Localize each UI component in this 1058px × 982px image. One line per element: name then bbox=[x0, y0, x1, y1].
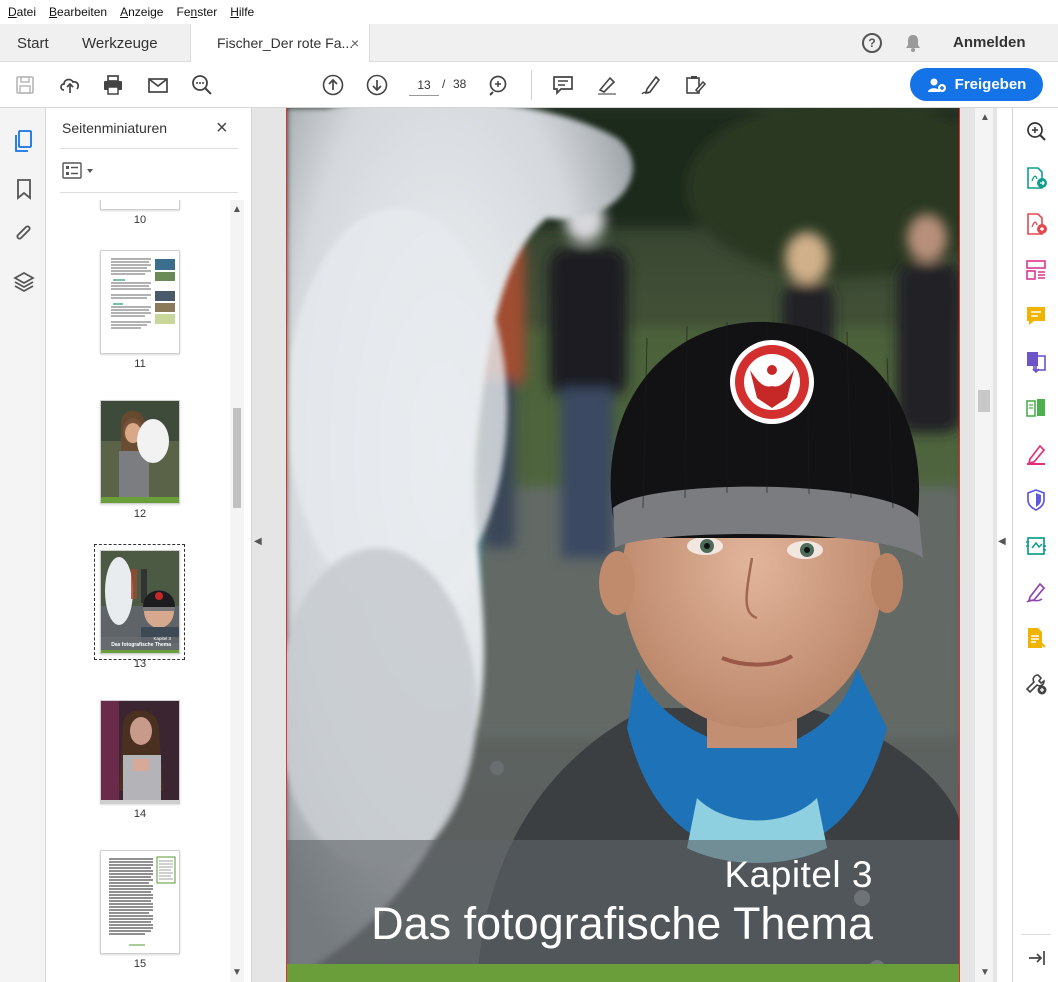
attachment-icon[interactable] bbox=[12, 222, 36, 246]
organize-pages-icon[interactable] bbox=[1024, 258, 1048, 282]
thumbnail-item[interactable]: 11 bbox=[100, 250, 180, 370]
thumbnail-page-image bbox=[100, 400, 180, 504]
sign-icon[interactable] bbox=[638, 72, 664, 98]
thumbnail-page-image bbox=[100, 850, 180, 954]
scroll-up-icon[interactable]: ▲ bbox=[980, 112, 990, 123]
comment-icon[interactable] bbox=[550, 72, 576, 98]
main-toolbar: 13 / 38 Freigeben bbox=[0, 62, 1058, 108]
chapter-number: Kapitel 3 bbox=[724, 854, 873, 895]
thumbnail-page-number: 12 bbox=[133, 508, 147, 520]
request-signature-icon[interactable] bbox=[1024, 580, 1048, 604]
thumbnail-page-number: 15 bbox=[133, 958, 147, 970]
compare-files-icon[interactable] bbox=[1024, 396, 1048, 420]
page-total: 38 bbox=[453, 77, 467, 91]
chapter-title: Das fotografische Thema bbox=[371, 898, 873, 949]
scroll-down-icon[interactable]: ▼ bbox=[232, 967, 242, 978]
tab-start[interactable]: Start bbox=[17, 24, 49, 62]
protect-icon[interactable] bbox=[1024, 488, 1048, 512]
highlight-icon[interactable] bbox=[594, 72, 620, 98]
collapse-left-panel-icon[interactable]: ◀ bbox=[254, 536, 262, 547]
add-user-icon bbox=[927, 78, 946, 92]
print-icon[interactable] bbox=[100, 72, 126, 98]
chapter-green-band bbox=[287, 964, 959, 982]
export-pdf-icon[interactable] bbox=[1024, 166, 1048, 190]
share-button-label: Freigeben bbox=[954, 76, 1027, 93]
page-thumbnails-icon[interactable] bbox=[12, 129, 36, 153]
search-icon[interactable] bbox=[189, 72, 215, 98]
thumbnail-page-image bbox=[100, 250, 180, 354]
menu-datei[interactable]: Datei bbox=[8, 5, 36, 19]
menu-fenster[interactable]: Fenster bbox=[176, 5, 217, 19]
right-tools-rail bbox=[1012, 108, 1058, 982]
scrollbar-thumb[interactable] bbox=[233, 408, 241, 508]
document-scrollbar[interactable]: ▲ ▼ bbox=[975, 108, 993, 982]
thumbnail-item[interactable]: 15 bbox=[100, 850, 180, 970]
bookmark-icon[interactable] bbox=[12, 177, 36, 201]
zoom-icon[interactable] bbox=[485, 72, 511, 98]
thumbnail-page-number: 11 bbox=[134, 358, 146, 370]
menu-hilfe[interactable]: Hilfe bbox=[230, 5, 254, 19]
left-navigation-rail bbox=[0, 108, 46, 982]
tab-document-label: Fischer_Der rote Fa... bbox=[217, 35, 354, 51]
create-pdf-icon[interactable] bbox=[1024, 212, 1048, 236]
send-for-review-icon[interactable] bbox=[1024, 534, 1048, 558]
thumbnail-page-image bbox=[100, 200, 180, 210]
thumbnail-scrollbar[interactable]: ▲ ▼ bbox=[230, 200, 244, 982]
menu-anzeige[interactable]: Anzeige bbox=[120, 5, 163, 19]
mail-icon[interactable] bbox=[145, 72, 171, 98]
save-icon[interactable] bbox=[12, 72, 38, 98]
panel-title: Seitenminiaturen bbox=[62, 120, 168, 136]
panel-divider bbox=[60, 148, 238, 149]
layers-icon[interactable] bbox=[12, 270, 36, 294]
document-page: Kapitel 3 Das fotografische Thema bbox=[286, 108, 960, 982]
toolbar-divider bbox=[531, 70, 532, 100]
prepare-form-icon[interactable] bbox=[1024, 626, 1048, 650]
thumbnail-item[interactable]: 12 bbox=[100, 400, 180, 520]
thumbnail-page-image bbox=[100, 700, 180, 804]
tab-bar: Start Werkzeuge Fischer_Der rote Fa... ×… bbox=[0, 24, 1058, 62]
scroll-down-icon[interactable]: ▼ bbox=[980, 967, 990, 978]
thumbnail-page-number: 14 bbox=[133, 808, 147, 820]
comment-tool-icon[interactable] bbox=[1024, 304, 1048, 328]
scrollbar-thumb[interactable] bbox=[978, 390, 990, 412]
help-icon[interactable]: ? bbox=[862, 33, 882, 53]
bell-icon[interactable] bbox=[903, 33, 923, 53]
menu-bar: Datei Bearbeiten Anzeige Fenster Hilfe bbox=[0, 0, 1058, 24]
close-panel-icon[interactable]: × bbox=[216, 117, 228, 140]
close-tab-icon[interactable]: × bbox=[351, 35, 359, 51]
thumbnail-item[interactable]: 10 bbox=[100, 200, 180, 226]
thumbnail-page-number: 10 bbox=[133, 214, 147, 226]
page-number-input[interactable]: 13 bbox=[409, 74, 439, 96]
tab-document[interactable]: Fischer_Der rote Fa... × bbox=[190, 24, 370, 62]
next-page-icon[interactable] bbox=[364, 72, 390, 98]
fill-sign-tool-icon[interactable] bbox=[1024, 442, 1048, 466]
thumbnail-item[interactable]: 14 bbox=[100, 700, 180, 820]
signin-button[interactable]: Anmelden bbox=[953, 34, 1026, 51]
share-button[interactable]: Freigeben bbox=[910, 68, 1043, 101]
more-tools-icon[interactable] bbox=[1024, 672, 1048, 696]
tab-tools[interactable]: Werkzeuge bbox=[82, 24, 158, 62]
combine-files-icon[interactable] bbox=[1024, 350, 1048, 374]
page-separator: / bbox=[442, 77, 446, 91]
previous-page-icon[interactable] bbox=[320, 72, 346, 98]
tools-divider bbox=[1021, 934, 1051, 935]
panel-divider bbox=[60, 192, 238, 193]
menu-bearbeiten[interactable]: Bearbeiten bbox=[49, 5, 107, 19]
enhance-scan-icon[interactable] bbox=[1024, 120, 1048, 144]
fill-sign-icon[interactable] bbox=[682, 72, 708, 98]
collapse-right-panel-icon[interactable]: ◀ bbox=[998, 536, 1006, 547]
cloud-upload-icon[interactable] bbox=[57, 72, 83, 98]
selected-thumbnail-outline bbox=[94, 544, 185, 660]
scroll-up-icon[interactable]: ▲ bbox=[232, 204, 242, 215]
expand-panel-icon[interactable] bbox=[1024, 946, 1048, 970]
thumbnail-options-icon[interactable] bbox=[62, 162, 98, 180]
